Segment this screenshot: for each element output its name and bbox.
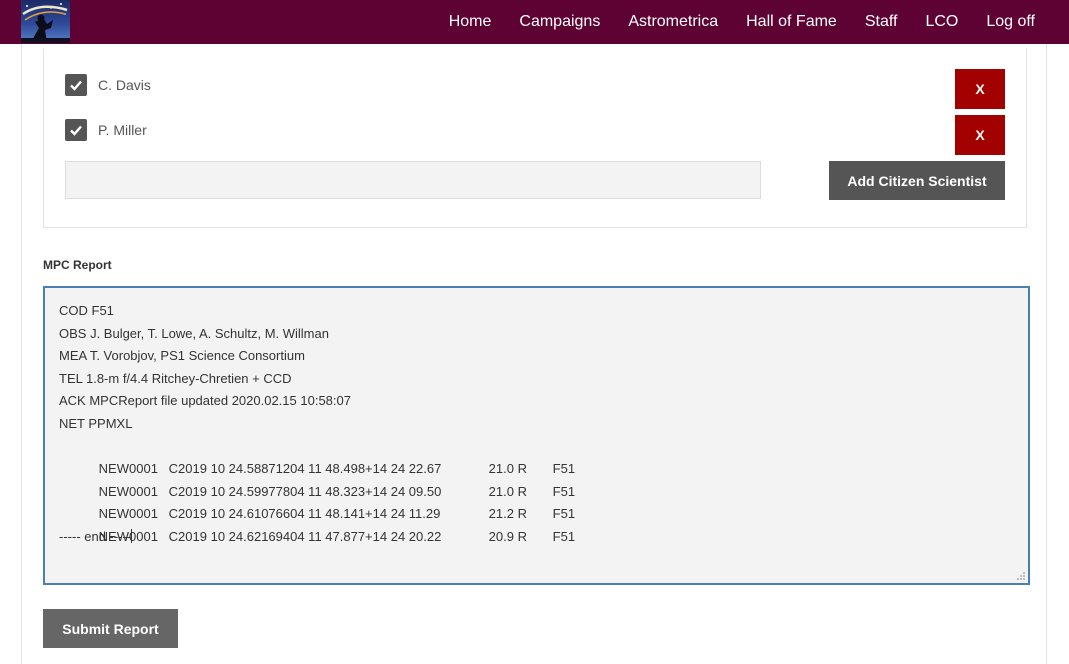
obs-data: C2019 10 24.58871204 11 48.498+14 24 22.… <box>168 461 442 477</box>
obs-data: C2019 10 24.59977804 11 48.323+14 24 09.… <box>168 483 442 499</box>
obs-mag: 21.0 R <box>488 483 527 499</box>
report-line: COD F51 <box>59 303 114 318</box>
citizen-scientist-input[interactable] <box>65 161 761 199</box>
top-navigation-bar: Home Campaigns Astrometrica Hall of Fame… <box>0 0 1069 44</box>
observation-line: NEW0001 C2019 10 24.58871204 11 48.498+14… <box>59 436 1014 476</box>
nav-log-off[interactable]: Log off <box>972 0 1049 44</box>
nav-campaigns[interactable]: Campaigns <box>505 0 614 44</box>
end-text: ----- end ----- <box>59 528 132 544</box>
nav-hall-of-fame[interactable]: Hall of Fame <box>732 0 851 44</box>
nav-home[interactable]: Home <box>435 0 506 44</box>
obs-data: C2019 10 24.62169404 11 47.877+14 24 20.… <box>168 528 442 544</box>
obs-id: NEW0001 <box>98 506 158 522</box>
obs-mag: 21.2 R <box>488 506 527 522</box>
obs-data: C2019 10 24.61076604 11 48.141+14 24 11.… <box>168 506 441 522</box>
main-nav: Home Campaigns Astrometrica Hall of Fame… <box>435 0 1069 44</box>
scientist-name: C. Davis <box>98 77 151 93</box>
report-line: MEA T. Vorobjov, PS1 Science Consortium <box>59 348 305 364</box>
obs-id: NEW0001 <box>98 483 158 499</box>
obs-code: F51 <box>552 528 576 544</box>
mpc-report-title: MPC Report <box>43 258 112 272</box>
obs-id: NEW0001 <box>98 461 158 477</box>
obs-mag: 20.9 R <box>488 528 527 544</box>
resize-grip-icon[interactable] <box>1016 571 1026 581</box>
obs-mag: 21.0 R <box>488 461 527 477</box>
nav-astrometrica[interactable]: Astrometrica <box>614 0 732 44</box>
mpc-report-textarea[interactable]: COD F51 OBS J. Bulger, T. Lowe, A. Schul… <box>43 286 1030 585</box>
obs-code: F51 <box>552 483 576 499</box>
checkmark-icon <box>70 125 82 136</box>
text-cursor <box>131 528 133 543</box>
scientist-row: C. Davis <box>65 74 151 96</box>
report-line: NET PPMXL <box>59 415 133 431</box>
submit-report-button[interactable]: Submit Report <box>43 609 178 648</box>
add-citizen-scientist-button[interactable]: Add Citizen Scientist <box>829 161 1005 200</box>
nav-lco[interactable]: LCO <box>911 0 972 44</box>
scientist-checkbox[interactable] <box>65 74 87 96</box>
page-content: C. Davis X P. Miller X Add Citizen Scien… <box>21 44 1047 664</box>
observatory-logo-icon[interactable] <box>21 0 70 43</box>
citizen-scientists-card: C. Davis X P. Miller X Add Citizen Scien… <box>43 48 1027 228</box>
report-line: TEL 1.8-m f/4.4 Ritchey-Chretien + CCD <box>59 370 292 386</box>
scientist-checkbox[interactable] <box>65 119 87 141</box>
report-line: OBS J. Bulger, T. Lowe, A. Schultz, M. W… <box>59 325 329 341</box>
obs-code: F51 <box>552 461 576 477</box>
checkmark-icon <box>70 80 82 91</box>
remove-scientist-button[interactable]: X <box>955 115 1005 155</box>
scientist-row: P. Miller <box>65 119 147 141</box>
remove-scientist-button[interactable]: X <box>955 69 1005 109</box>
report-line: ACK MPCReport file updated 2020.02.15 10… <box>59 393 351 409</box>
scientist-name: P. Miller <box>98 122 147 138</box>
nav-staff[interactable]: Staff <box>851 0 912 44</box>
obs-code: F51 <box>552 506 576 522</box>
